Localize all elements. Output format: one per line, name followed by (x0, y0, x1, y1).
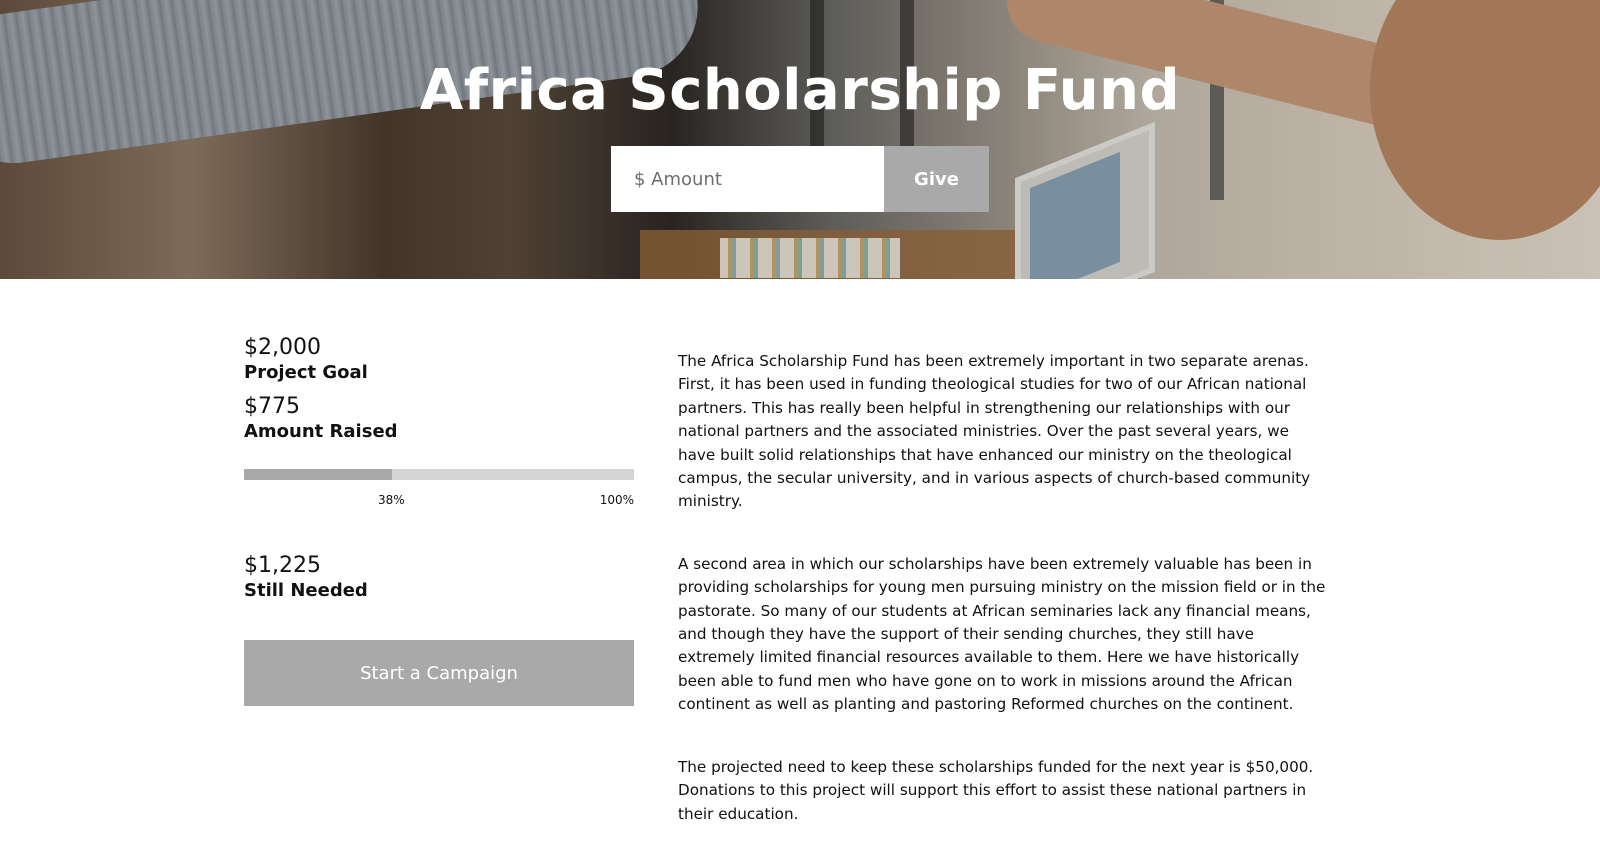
give-button[interactable]: Give (884, 146, 989, 212)
donation-form: Give (611, 146, 989, 212)
main-content: $2,000 Project Goal $775 Amount Raised 3… (0, 279, 1600, 851)
amount-input[interactable] (611, 146, 884, 212)
goal-label: Project Goal (244, 362, 368, 383)
start-campaign-button[interactable]: Start a Campaign (244, 640, 634, 706)
needed-amount: $1,225 (244, 553, 321, 578)
description-paragraph: The projected need to keep these scholar… (678, 757, 1314, 823)
needed-label: Still Needed (244, 580, 368, 601)
hero-photo-overlay (0, 0, 1600, 279)
progress-bar (244, 469, 634, 480)
fund-description: The Africa Scholarship Fund has been ext… (678, 350, 1328, 851)
description-paragraph: The Africa Scholarship Fund has been ext… (678, 352, 1311, 511)
raised-label: Amount Raised (244, 421, 398, 442)
raised-amount: $775 (244, 394, 300, 419)
page-title: Africa Scholarship Fund (419, 58, 1181, 123)
hero-banner: Africa Scholarship Fund Give (0, 0, 1600, 279)
goal-amount: $2,000 (244, 335, 321, 360)
description-paragraph: A second area in which our scholarships … (678, 554, 1326, 714)
progress-bar-fill (244, 469, 393, 480)
progress-max-label: 100% (599, 493, 634, 507)
progress-current-label: 38% (378, 493, 405, 507)
